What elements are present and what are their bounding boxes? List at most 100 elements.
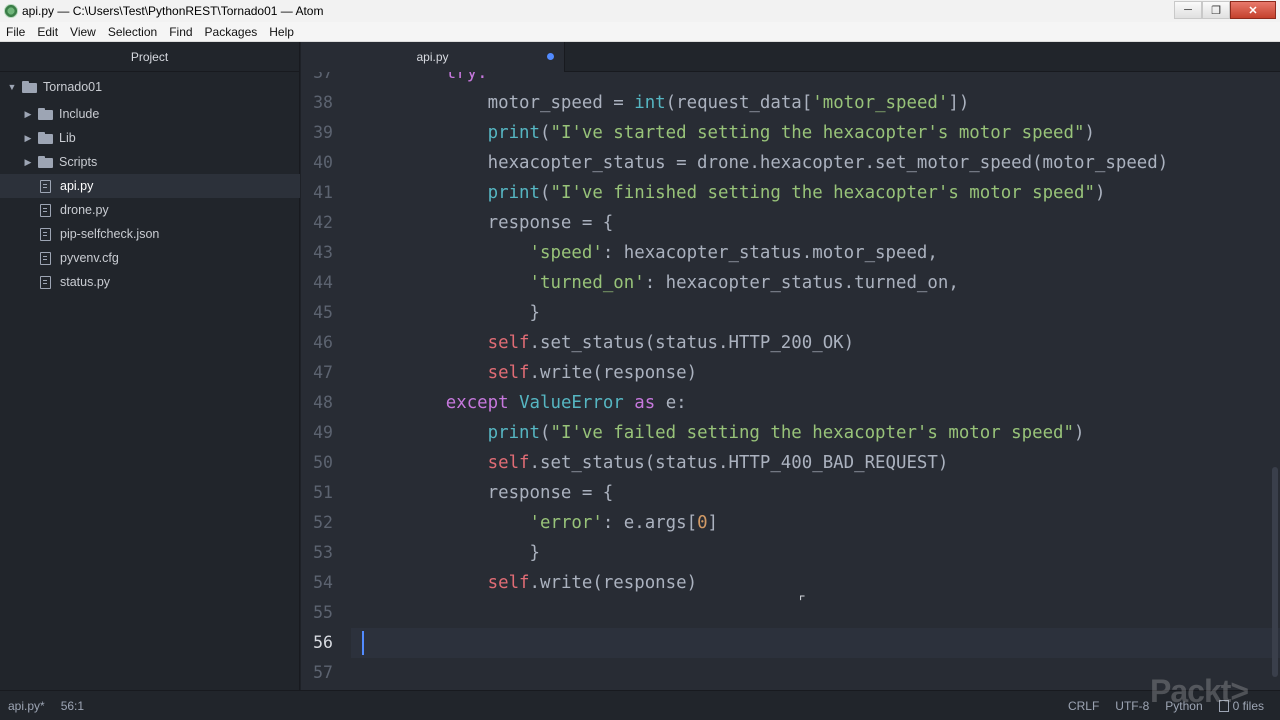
code-line[interactable]: }: [362, 298, 540, 328]
file-icon: [40, 227, 51, 241]
tree-file-api-py[interactable]: api.py: [0, 174, 300, 198]
line-number[interactable]: 39: [301, 118, 333, 148]
code-line[interactable]: self.set_status(status.HTTP_200_OK): [362, 328, 854, 358]
maximize-button[interactable]: ❐: [1202, 1, 1230, 19]
tree-file-label: api.py: [60, 179, 94, 193]
line-number[interactable]: 50: [301, 448, 333, 478]
line-number[interactable]: 54: [301, 568, 333, 598]
line-number[interactable]: 53: [301, 538, 333, 568]
code-line[interactable]: 'error': e.args[0]: [362, 508, 719, 538]
window-title: api.py — C:\Users\Test\PythonREST\Tornad…: [22, 4, 324, 18]
status-line-ending[interactable]: CRLF: [1060, 699, 1107, 713]
line-number[interactable]: 51: [301, 478, 333, 508]
tree-file-pyvenv-cfg[interactable]: pyvenv.cfg: [0, 246, 300, 270]
line-number[interactable]: 41: [301, 178, 333, 208]
code-line[interactable]: motor_speed = int(request_data['motor_sp…: [362, 88, 970, 118]
code-editor[interactable]: 37 38 39 40 41 42 43 44 45 46 47 48 49 50 51 52 53 54 55 56…: [301, 72, 1280, 690]
menu-selection[interactable]: Selection: [102, 25, 163, 39]
code-token: e:: [655, 393, 687, 413]
line-number[interactable]: 40: [301, 148, 333, 178]
code-token: "I've finished setting the hexacopter's …: [550, 183, 1095, 203]
code-line[interactable]: self.write(response): [362, 568, 697, 598]
close-icon: ✕: [1248, 4, 1258, 17]
code-token: print: [487, 423, 540, 443]
code-token: print: [487, 183, 540, 203]
tree-file-label: drone.py: [60, 203, 109, 217]
code-token: ]): [948, 93, 970, 113]
line-number[interactable]: 56: [301, 628, 333, 658]
code-token: "I've failed setting the hexacopter's mo…: [550, 423, 1074, 443]
code-line[interactable]: 'turned_on': hexacopter_status.turned_on…: [362, 268, 959, 298]
folder-icon: [38, 108, 53, 120]
code-line[interactable]: hexacopter_status = drone.hexacopter.set…: [362, 148, 1169, 178]
code-line[interactable]: }: [362, 538, 540, 568]
code-line[interactable]: print("I've finished setting the hexacop…: [362, 178, 1106, 208]
tree-header[interactable]: Project: [0, 42, 299, 72]
code-line[interactable]: print("I've failed setting the hexacopte…: [362, 418, 1085, 448]
modified-dot-icon[interactable]: [547, 53, 554, 60]
file-icon: [40, 251, 51, 265]
tree-root-folder[interactable]: ▼ Tornado01: [0, 75, 300, 99]
code-token: (: [540, 423, 551, 443]
menu-view[interactable]: View: [64, 25, 102, 39]
menu-edit[interactable]: Edit: [31, 25, 64, 39]
line-number[interactable]: 38: [301, 88, 333, 118]
line-number[interactable]: 46: [301, 328, 333, 358]
code-token: .set_status(status.HTTP_400_BAD_REQUEST): [529, 453, 949, 473]
line-number[interactable]: 42: [301, 208, 333, 238]
chevron-down-icon: ▼: [7, 82, 17, 92]
code-line[interactable]: response = {: [362, 478, 614, 508]
line-number[interactable]: 52: [301, 508, 333, 538]
tree-file-label: pip-selfcheck.json: [60, 227, 160, 241]
code-line[interactable]: except ValueError as e:: [362, 388, 687, 418]
line-number[interactable]: 57: [301, 658, 333, 688]
line-number[interactable]: 55: [301, 598, 333, 628]
folder-icon: [38, 156, 53, 168]
code-line[interactable]: 'speed': hexacopter_status.motor_speed,: [362, 238, 938, 268]
menu-packages[interactable]: Packages: [199, 25, 264, 39]
tab-bar: api.py: [301, 42, 1280, 72]
tree-folder-lib[interactable]: ▶ Lib: [0, 126, 300, 150]
tree-folder-include[interactable]: ▶ Include: [0, 102, 300, 126]
packt-watermark-logo: Packt>: [1150, 673, 1249, 709]
line-number[interactable]: 37: [301, 72, 333, 88]
menu-file[interactable]: File: [0, 25, 31, 39]
line-number[interactable]: 45: [301, 298, 333, 328]
line-number[interactable]: 49: [301, 418, 333, 448]
code-line[interactable]: response = {: [362, 208, 614, 238]
code-token: as: [634, 393, 656, 413]
code-line[interactable]: self.set_status(status.HTTP_400_BAD_REQU…: [362, 448, 949, 478]
minimize-button[interactable]: ─: [1174, 1, 1202, 19]
code-line[interactable]: try:: [362, 72, 488, 88]
code-line[interactable]: self.write(response): [362, 358, 697, 388]
status-cursor-position[interactable]: 56:1: [53, 699, 92, 713]
vertical-scrollbar[interactable]: [1272, 467, 1278, 677]
tree-folder-scripts[interactable]: ▶ Scripts: [0, 150, 300, 174]
tree-file-pip-selfcheck[interactable]: pip-selfcheck.json: [0, 222, 300, 246]
code-token: int: [634, 93, 666, 113]
line-number-gutter[interactable]: 37 38 39 40 41 42 43 44 45 46 47 48 49 50 51 52 53 54 55 56…: [301, 72, 351, 690]
close-button[interactable]: ✕: [1230, 1, 1276, 19]
tree-file-status-py[interactable]: status.py: [0, 270, 300, 294]
tree-file-drone-py[interactable]: drone.py: [0, 198, 300, 222]
code-token: (request_data[: [665, 93, 813, 113]
line-number[interactable]: 47: [301, 358, 333, 388]
menu-find[interactable]: Find: [163, 25, 198, 39]
line-number[interactable]: 44: [301, 268, 333, 298]
line-number[interactable]: 48: [301, 388, 333, 418]
tree-file-label: status.py: [60, 275, 111, 289]
tab-api-py[interactable]: api.py: [301, 42, 565, 72]
file-icon: [40, 275, 51, 289]
code-token: : e.args[: [602, 513, 698, 533]
menu-help[interactable]: Help: [263, 25, 300, 39]
code-token: ]: [707, 513, 719, 533]
line-number[interactable]: 43: [301, 238, 333, 268]
code-line[interactable]: print("I've started setting the hexacopt…: [362, 118, 1095, 148]
status-file-name[interactable]: api.py*: [0, 699, 53, 713]
